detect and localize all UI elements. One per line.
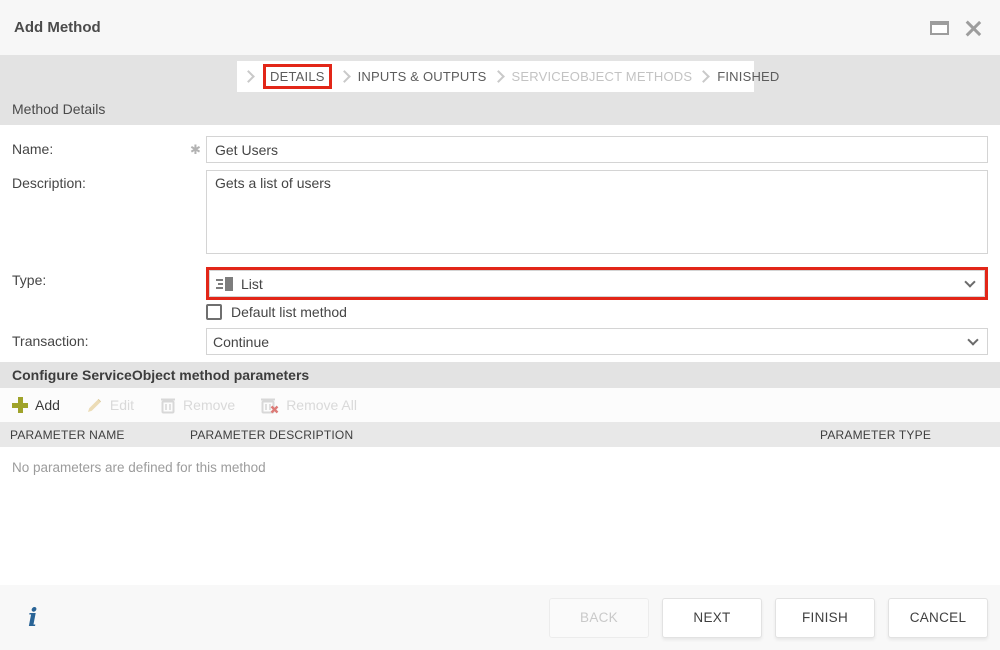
next-button[interactable]: NEXT — [662, 598, 762, 638]
chevron-right-icon — [697, 70, 710, 83]
remove-parameter-button[interactable]: Remove — [160, 397, 235, 414]
description-input[interactable]: Gets a list of users — [206, 170, 988, 254]
name-label: Name: — [12, 136, 190, 157]
name-row: Name: ✱ — [12, 136, 988, 163]
cancel-button[interactable]: CANCEL — [888, 598, 988, 638]
trash-icon — [160, 397, 176, 414]
type-label: Type: — [12, 267, 190, 288]
annotation-highlight-type: List — [206, 267, 988, 300]
section-header-method-details: Method Details — [0, 92, 1000, 125]
transaction-dropdown-value: Continue — [213, 334, 969, 350]
close-icon — [965, 20, 981, 36]
section-header-configure-parameters: Configure ServiceObject method parameter… — [0, 362, 1000, 388]
tab-details[interactable]: DETAILS — [263, 64, 332, 89]
tab-inputs-outputs[interactable]: INPUTS & OUTPUTS — [358, 69, 487, 84]
parameters-toolbar: Add Edit Remove — [0, 388, 1000, 422]
dialog-title: Add Method — [14, 19, 101, 36]
add-method-dialog: Add Method DETAILS INPUTS & OUTPUTS SERV… — [0, 0, 1000, 650]
chevron-down-icon — [967, 334, 978, 345]
transaction-dropdown[interactable]: Continue — [206, 328, 988, 355]
type-dropdown-value: List — [241, 276, 966, 292]
chevron-right-icon — [338, 70, 351, 83]
parameters-empty-message: No parameters are defined for this metho… — [0, 447, 1000, 475]
default-list-method-label: Default list method — [231, 304, 347, 320]
remove-all-parameters-button[interactable]: Remove All — [261, 397, 357, 414]
required-asterisk-icon: ✱ — [190, 136, 206, 158]
wizard-stepper: DETAILS INPUTS & OUTPUTS SERVICEOBJECT M… — [237, 61, 754, 92]
title-bar: Add Method — [0, 0, 1000, 55]
add-parameter-button[interactable]: Add — [12, 397, 60, 413]
parameters-table-header: PARAMETER NAME PARAMETER DESCRIPTION PAR… — [0, 422, 1000, 447]
default-list-method-row: Default list method — [206, 304, 988, 320]
type-dropdown[interactable]: List — [209, 270, 985, 297]
content-filler — [0, 475, 1000, 585]
column-header-parameter-description: PARAMETER DESCRIPTION — [190, 428, 820, 442]
type-spacer — [190, 267, 206, 273]
chevron-down-icon — [964, 276, 975, 287]
pencil-icon — [86, 397, 103, 414]
description-label: Description: — [12, 170, 190, 191]
info-icon[interactable]: i — [28, 603, 38, 632]
column-header-parameter-name: PARAMETER NAME — [10, 428, 190, 442]
close-button[interactable] — [962, 17, 984, 39]
type-row: Type: List — [12, 267, 988, 300]
plus-icon — [12, 397, 28, 413]
method-details-form: Name: ✱ Description: Gets a list of user… — [0, 125, 1000, 362]
column-header-parameter-type: PARAMETER TYPE — [820, 428, 1000, 442]
default-list-method-checkbox[interactable] — [206, 304, 222, 320]
description-row: Description: Gets a list of users — [12, 170, 988, 259]
transaction-label: Transaction: — [12, 328, 190, 349]
tab-finished[interactable]: FINISHED — [717, 69, 779, 84]
chevron-right-icon — [242, 70, 255, 83]
tab-serviceobject-methods[interactable]: SERVICEOBJECT METHODS — [512, 69, 693, 84]
back-button[interactable]: BACK — [549, 598, 649, 638]
wizard-band: DETAILS INPUTS & OUTPUTS SERVICEOBJECT M… — [0, 55, 1000, 125]
list-type-icon — [216, 276, 233, 292]
finish-button[interactable]: FINISH — [775, 598, 875, 638]
transaction-row: Transaction: Continue — [12, 328, 988, 355]
edit-parameter-button[interactable]: Edit — [86, 397, 134, 414]
footer-bar: i BACK NEXT FINISH CANCEL — [0, 585, 1000, 650]
description-spacer — [190, 170, 206, 176]
maximize-button[interactable] — [928, 17, 950, 39]
chevron-right-icon — [492, 70, 505, 83]
transaction-spacer — [190, 328, 206, 334]
trash-remove-all-icon — [261, 397, 279, 414]
maximize-icon — [930, 21, 949, 35]
name-input[interactable] — [206, 136, 988, 163]
